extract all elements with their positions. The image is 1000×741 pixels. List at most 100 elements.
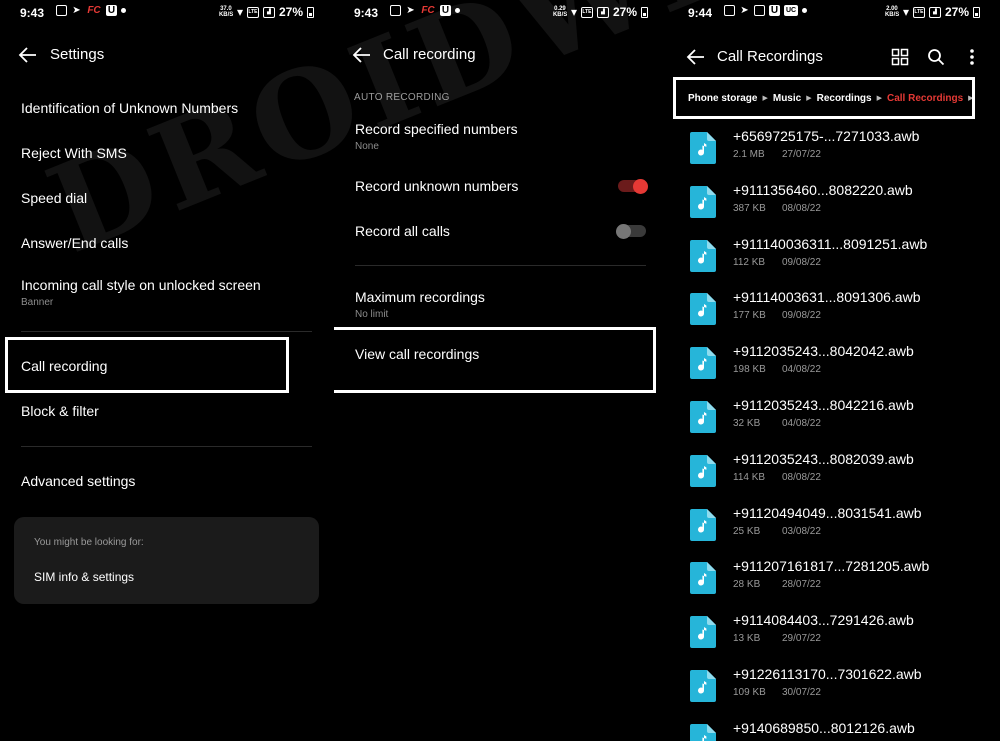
signal-icon: ▟ [262,6,275,18]
volte-icon: LTE [246,6,259,18]
file-date: 09/08/22 [782,256,821,268]
audio-file-icon [690,401,716,433]
more-notifications-icon [802,8,807,13]
breadcrumb: Phone storage ▶ Music ▶ Recordings ▶ Cal… [673,77,975,119]
maximum-recordings[interactable]: Maximum recordings No limit [355,289,648,320]
file-date: 03/08/22 [782,525,821,537]
audio-file-icon [690,132,716,164]
call-recordings-panel: 9:44 ➤ U UC 2.00 KB/S ▾ LTE ▟ 27% Call R… [668,0,1000,741]
file-row[interactable]: +911140036311...8091251.awb 112 KB 09/08/2… [668,234,1000,288]
back-arrow-icon[interactable] [686,48,706,66]
chevron-right-icon: ▶ [968,95,974,102]
battery-level: 27% [278,5,303,19]
breadcrumb-music[interactable]: Music [773,93,801,104]
file-size: 28 KB [733,579,761,591]
audio-file-icon [690,723,716,741]
file-name: +9112035243...8082039.awb [733,450,914,467]
breadcrumb-recordings[interactable]: Recordings [817,93,872,104]
file-date: 27/07/22 [782,149,821,160]
chevron-right-icon: ▶ [806,95,812,102]
status-time: 9:43 [20,6,45,20]
audio-file-icon [690,239,716,272]
settings-panel: 9:43 ➤ FC U 37.0 KB/S ▾ LTE ▟ 27% Settin… [0,0,334,741]
file-name: +9112035243...8042216.awb [733,397,914,413]
file-name: +9140689850...8012126.awb [733,719,915,736]
file-row[interactable]: +6569725175-...7271033.awb 2.1 MB 27/07/22 [668,126,1000,180]
battery-icon [641,6,648,18]
highlight-box [334,327,656,393]
notification-icon [724,5,735,16]
audio-file-icon [690,670,716,702]
notification-icon [390,5,401,16]
settings-item-block-filter[interactable]: Block & filter [21,403,314,419]
volte-icon: LTE [580,6,593,18]
file-row[interactable]: +91120494049...8031541.awb 25 KB 03/08/22 [668,503,1000,557]
audio-file-icon [690,508,716,541]
file-date: 29/07/22 [782,633,821,645]
section-header: AUTO RECORDING [354,92,450,103]
file-name: +911207161817...7281205.awb [733,558,930,575]
back-arrow-icon[interactable] [352,46,372,64]
wifi-icon: ▾ [236,5,243,19]
file-name: +91114003631...8091306.awb [733,289,921,306]
app-bar: Settings [0,40,334,70]
file-size: 109 KB [733,687,766,698]
audio-file-icon [690,347,716,380]
grid-view-icon[interactable] [891,48,909,66]
search-icon[interactable] [927,48,945,66]
settings-item-incoming-style[interactable]: Incoming call style on unlocked screen B… [21,277,314,308]
page-title: Call recording [383,46,476,63]
file-row[interactable]: +9140689850...8012126.awb [668,718,1000,741]
audio-file-icon [690,616,716,649]
record-all-toggle[interactable] [616,223,646,239]
record-specified-numbers[interactable]: Record specified numbers None [355,121,648,152]
file-date: 08/08/22 [782,471,821,483]
file-row[interactable]: +911207161817...7281205.awb 28 KB 28/07/22 [668,556,1000,610]
battery-level: 27% [944,5,969,19]
page-title: Settings [50,46,105,63]
telegram-icon: ➤ [406,5,415,16]
app-notification-icon: FC [421,5,435,16]
back-arrow-icon[interactable] [18,46,38,64]
file-size: 2.1 MB [733,149,765,160]
telegram-icon: ➤ [72,5,81,16]
file-row[interactable]: +9112035243...8082039.awb 114 KB 08/08/22 [668,449,1000,503]
settings-item-reject-sms[interactable]: Reject With SMS [21,145,314,161]
more-notifications-icon [121,8,126,13]
network-speed: 2.00 KB/S [884,6,900,18]
audio-file-icon [690,185,716,218]
record-unknown-numbers[interactable]: Record unknown numbers [355,178,648,194]
status-bar: 9:43 ➤ FC U 0.29 KB/S ▾ LTE ▟ 27% [334,0,668,26]
breadcrumb-phone-storage[interactable]: Phone storage [688,93,757,104]
file-size: 25 KB [733,525,761,537]
suggestion-sim-settings[interactable]: SIM info & settings [34,570,134,584]
audio-file-icon [690,293,716,326]
file-date: 30/07/22 [782,687,821,698]
file-row[interactable]: +9111356460...8082220.awb 387 KB 08/08/22 [668,180,1000,234]
more-vert-icon[interactable] [963,48,981,66]
file-row[interactable]: +9112035243...8042216.awb 32 KB 04/08/22 [668,395,1000,449]
record-all-calls[interactable]: Record all calls [355,223,648,239]
file-row[interactable]: +9112035243...8042042.awb 198 KB 04/08/22 [668,341,1000,395]
settings-item-advanced[interactable]: Advanced settings [21,473,314,489]
app-notification-icon: U [769,5,780,16]
record-unknown-toggle[interactable] [618,178,648,194]
file-name: +911140036311...8091251.awb [733,235,928,252]
uc-browser-icon: UC [784,5,798,16]
breadcrumb-call-recordings[interactable]: Call Recordings [887,93,963,104]
battery-level: 27% [612,5,637,19]
file-row[interactable]: +91114003631...8091306.awb 177 KB 09/08/22 [668,287,1000,341]
settings-item-answer-end[interactable]: Answer/End calls [21,235,314,251]
divider [21,331,312,332]
suggestion-card: You might be looking for: SIM info & set… [14,517,319,604]
file-row[interactable]: +9114084403...7291426.awb 13 KB 29/07/22 [668,610,1000,664]
settings-item-identification[interactable]: Identification of Unknown Numbers [21,100,314,116]
settings-item-speed-dial[interactable]: Speed dial [21,190,314,206]
divider [21,446,312,447]
file-name: +9114084403...7291426.awb [733,612,914,629]
signal-icon: ▟ [596,6,609,18]
file-size: 177 KB [733,310,766,322]
file-row[interactable]: +91226113170...7301622.awb 109 KB 30/07/22 [668,664,1000,718]
file-size: 114 KB [733,471,766,483]
divider [355,265,646,266]
